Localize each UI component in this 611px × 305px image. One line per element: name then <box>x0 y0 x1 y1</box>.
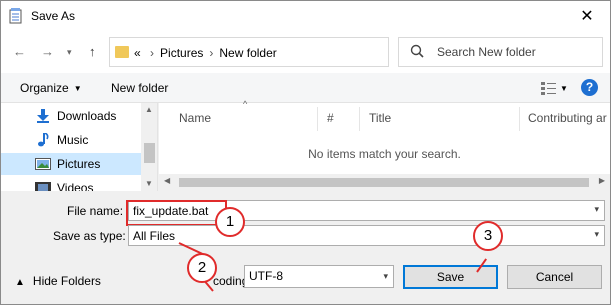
callout-3: 3 <box>473 221 503 251</box>
column-divider[interactable] <box>359 107 360 131</box>
help-icon[interactable]: ? <box>581 79 598 96</box>
file-name-label: File name: <box>67 204 124 218</box>
folder-icon <box>115 46 129 58</box>
save-type-select[interactable]: All Files ▾ <box>128 225 605 246</box>
callout-1: 1 <box>215 207 245 237</box>
nav-item-label: Music <box>57 133 89 147</box>
nav-item-label: Downloads <box>57 109 117 123</box>
breadcrumb-new-folder[interactable]: New folder <box>219 46 276 60</box>
annotation-highlight-box <box>126 200 227 226</box>
window-title: Save As <box>31 9 76 23</box>
nav-item-videos[interactable]: Videos <box>1 177 141 191</box>
download-icon <box>37 109 49 123</box>
scroll-left-icon[interactable]: ◀ <box>164 176 170 185</box>
breadcrumb-separator: › <box>150 46 155 60</box>
chevron-down-icon: ▼ <box>73 84 82 93</box>
nav-item-downloads[interactable]: Downloads <box>1 105 141 127</box>
address-bar[interactable]: « ›Pictures›New folder ▾ ↻ <box>109 37 484 67</box>
scroll-right-icon[interactable]: ▶ <box>599 176 605 185</box>
breadcrumb: « › Pictures › New folder <box>134 46 277 60</box>
command-bar: Organize ▼ New folder ▼ ? <box>1 73 610 103</box>
hide-folders-toggle[interactable]: ▲ Hide Folders <box>15 274 101 288</box>
new-folder-button[interactable]: New folder <box>111 81 168 95</box>
column-header-contributing-artists[interactable]: Contributing ar <box>528 111 607 125</box>
search-placeholder: Search New folder <box>437 45 536 59</box>
change-view-icon[interactable] <box>541 81 557 95</box>
column-header-title[interactable]: Title <box>369 111 391 125</box>
breadcrumb-pictures[interactable]: Pictures <box>160 46 203 60</box>
scrollbar-thumb[interactable] <box>179 178 589 187</box>
chevron-down-icon[interactable]: ▾ <box>594 204 599 215</box>
recent-locations-chevron-icon[interactable]: ▾ <box>67 47 72 58</box>
nav-item-pictures[interactable]: Pictures <box>1 153 141 175</box>
scrollbar-thumb[interactable] <box>144 143 155 163</box>
chevron-up-icon: ▲ <box>15 277 25 288</box>
column-header-number[interactable]: # <box>327 111 334 125</box>
save-type-value: All Files <box>133 229 176 243</box>
videos-icon <box>35 182 51 191</box>
breadcrumb-separator: › <box>209 46 214 60</box>
cancel-button[interactable]: Cancel <box>507 265 602 289</box>
search-box[interactable]: Search New folder <box>398 37 603 67</box>
nav-scrollbar[interactable]: ▲ ▼ <box>141 103 157 191</box>
chevron-down-icon[interactable]: ▾ <box>594 229 599 240</box>
file-list[interactable]: ^ Name # Title Contributing ar No items … <box>159 99 610 191</box>
scroll-down-icon[interactable]: ▼ <box>145 179 153 188</box>
organize-menu[interactable]: Organize ▼ <box>20 81 82 95</box>
save-options-panel: File name: fix_update.bat ▾ Save as type… <box>1 191 610 304</box>
encoding-value: UTF-8 <box>249 269 283 283</box>
close-button[interactable]: ✕ <box>564 1 610 31</box>
up-arrow-icon[interactable]: ↑ <box>89 44 96 59</box>
callout-2: 2 <box>187 253 217 283</box>
title-bar: Save As ✕ <box>1 1 610 31</box>
encoding-select[interactable]: UTF-8 ▾ <box>244 265 394 288</box>
hide-folders-label: Hide Folders <box>32 274 101 288</box>
pictures-icon <box>35 158 51 170</box>
notepad-icon <box>9 8 22 24</box>
view-dropdown-icon[interactable]: ▼ <box>560 84 568 93</box>
chevron-down-icon[interactable]: ▾ <box>383 271 388 282</box>
save-button[interactable]: Save <box>403 265 498 289</box>
scroll-up-icon[interactable]: ▲ <box>145 105 153 114</box>
forward-arrow-icon[interactable]: → <box>41 44 54 59</box>
back-arrow-icon[interactable]: ← <box>13 44 26 59</box>
sort-ascending-icon: ^ <box>243 99 248 109</box>
search-icon <box>410 44 424 58</box>
column-header-name[interactable]: Name <box>179 111 211 125</box>
organize-label: Organize <box>20 81 69 95</box>
save-as-dialog: Save As ✕ ← → ▾ ↑ « › Pictures › New folder… <box>0 0 611 305</box>
breadcrumb-overflow[interactable]: « <box>134 46 141 60</box>
address-row: ← → ▾ ↑ « ›Pictures›New folder ▾ ↻ Searc… <box>1 31 610 73</box>
music-icon <box>38 133 49 147</box>
column-divider[interactable] <box>519 107 520 131</box>
nav-item-label: Pictures <box>57 157 101 171</box>
navigation-pane: Downloads Music Pictures Videos ▲ ▼ <box>1 103 158 191</box>
file-list-hscrollbar[interactable]: ◀ ▶ <box>159 174 610 191</box>
nav-item-label: Videos <box>57 181 94 191</box>
column-divider[interactable] <box>317 107 318 131</box>
empty-message: No items match your search. <box>308 147 461 161</box>
nav-item-music[interactable]: Music <box>1 129 141 151</box>
save-type-label: Save as type: <box>53 229 126 243</box>
close-icon: ✕ <box>580 8 594 25</box>
